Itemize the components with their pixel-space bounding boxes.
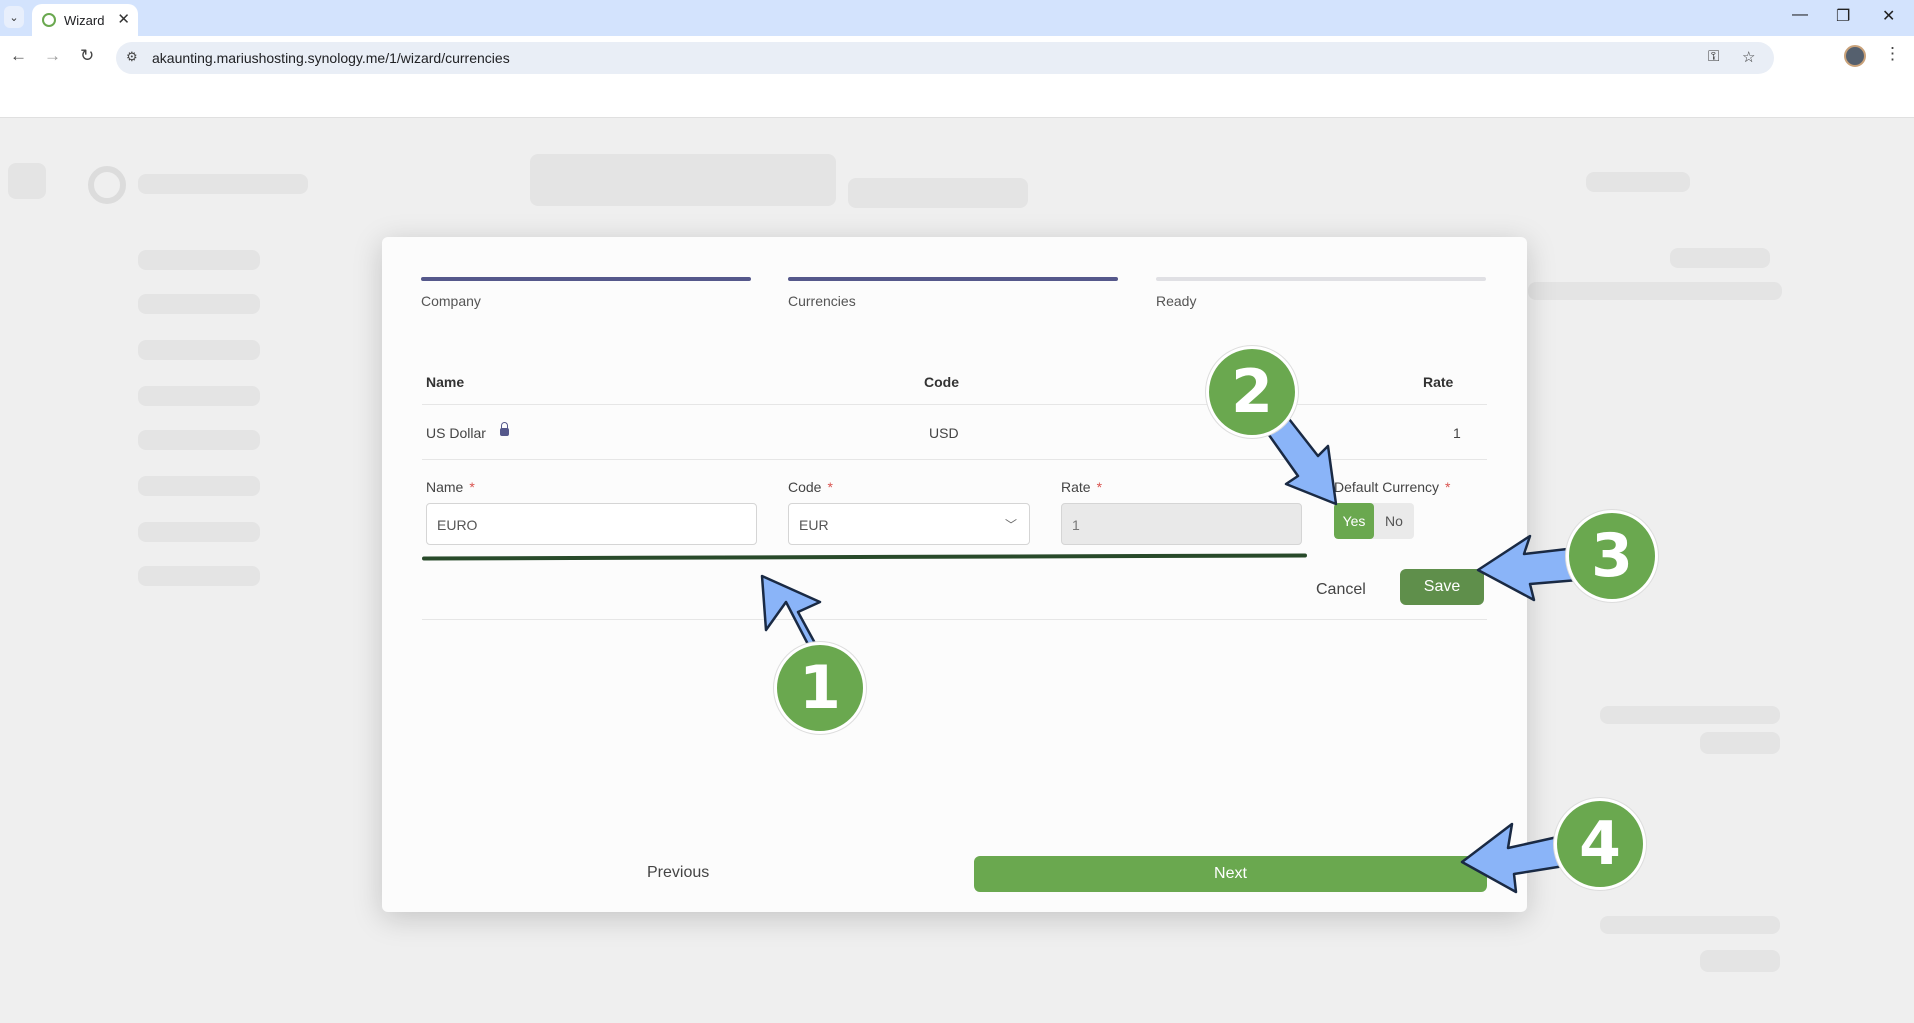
step-progress-bar xyxy=(421,277,751,281)
url-text[interactable]: akaunting.mariushosting.synology.me/1/wi… xyxy=(152,50,510,66)
skeleton-block xyxy=(138,174,308,194)
skeleton-block xyxy=(1700,732,1780,754)
close-tab-icon[interactable]: ✕ xyxy=(117,10,130,28)
step-progress-bar xyxy=(788,277,1118,281)
skeleton-block xyxy=(1600,706,1780,724)
skeleton-block xyxy=(138,250,260,270)
divider xyxy=(422,404,1487,405)
rate-field-label: Rate * xyxy=(1061,479,1102,495)
password-key-icon[interactable]: ⚿ xyxy=(1708,48,1719,65)
save-button[interactable]: Save xyxy=(1400,569,1484,605)
tab-list-button[interactable]: ⌄ xyxy=(4,6,24,28)
column-header-rate: Rate xyxy=(1423,374,1454,390)
annotation-badge-2: 2 xyxy=(1206,346,1298,438)
required-mark: * xyxy=(469,479,475,495)
skeleton-block xyxy=(138,430,260,450)
label-text: Name xyxy=(426,479,464,495)
required-mark: * xyxy=(1096,479,1103,495)
step-ready: Ready xyxy=(1156,277,1486,309)
browser-tab[interactable]: Wizard ✕ xyxy=(32,4,138,36)
currency-name-input[interactable]: EURO xyxy=(426,503,757,545)
label-text: Code xyxy=(788,479,822,495)
annotation-badge-1: 1 xyxy=(774,642,866,734)
skeleton-block xyxy=(1586,172,1690,192)
akaunting-favicon-icon xyxy=(42,13,56,27)
chevron-down-icon: ﹀ xyxy=(1004,518,1017,532)
skeleton-block xyxy=(1700,950,1780,972)
skeleton-block xyxy=(8,163,46,199)
profile-avatar[interactable] xyxy=(1844,45,1866,67)
step-currencies: Currencies xyxy=(788,277,1118,309)
default-no-button[interactable]: No xyxy=(1374,503,1414,539)
default-currency-toggle: Yes No xyxy=(1334,503,1414,539)
currency-row-code: USD xyxy=(929,425,959,441)
step-label: Company xyxy=(421,293,481,309)
required-mark: * xyxy=(827,479,833,495)
skeleton-block xyxy=(138,340,260,360)
currency-name: US Dollar xyxy=(426,425,486,441)
lock-icon xyxy=(499,422,509,436)
divider xyxy=(422,459,1487,460)
currency-code-select[interactable]: EUR ﹀ xyxy=(788,503,1030,545)
previous-button[interactable]: Previous xyxy=(647,864,709,882)
page-header-strip xyxy=(0,80,1914,118)
divider xyxy=(422,619,1487,620)
code-field-label: Code * xyxy=(788,479,833,495)
reload-icon[interactable]: ↻ xyxy=(80,46,94,66)
step-label: Ready xyxy=(1156,293,1197,309)
currency-row-rate: 1 xyxy=(1453,425,1461,441)
skeleton-block xyxy=(1528,282,1782,300)
annotation-badge-3: 3 xyxy=(1566,510,1658,602)
currency-row-name: US Dollar xyxy=(426,422,509,441)
next-button[interactable]: Next xyxy=(974,856,1487,892)
skeleton-block xyxy=(138,522,260,542)
skeleton-block xyxy=(138,294,260,314)
default-yes-button[interactable]: Yes xyxy=(1334,503,1374,539)
skeleton-block xyxy=(848,178,1028,208)
skeleton-block xyxy=(138,386,260,406)
label-text: Default Currency xyxy=(1334,479,1440,495)
selected-code: EUR xyxy=(799,517,829,533)
column-header-code: Code xyxy=(924,374,959,390)
bookmark-star-icon[interactable]: ☆ xyxy=(1742,48,1755,66)
browser-tab-strip: ⌄ Wizard ✕ — ❐ ✕ xyxy=(0,0,1914,36)
minimize-icon[interactable]: — xyxy=(1792,6,1808,24)
close-window-icon[interactable]: ✕ xyxy=(1882,6,1895,26)
skeleton-block xyxy=(1600,916,1780,934)
skeleton-logo xyxy=(88,166,126,204)
skeleton-block xyxy=(138,566,260,586)
skeleton-block xyxy=(138,476,260,496)
required-mark: * xyxy=(1445,479,1451,495)
skeleton-block xyxy=(1670,248,1770,268)
annotation-badge-4: 4 xyxy=(1554,798,1646,890)
forward-icon[interactable]: → xyxy=(44,46,61,66)
annotation-underline xyxy=(421,553,1308,561)
browser-toolbar: ← → ↻ ⚙ akaunting.mariushosting.synology… xyxy=(0,36,1914,80)
label-text: Rate xyxy=(1061,479,1091,495)
name-field-label: Name * xyxy=(426,479,475,495)
step-company: Company xyxy=(421,277,751,309)
browser-menu-icon[interactable]: ⋮ xyxy=(1884,44,1901,64)
cancel-button[interactable]: Cancel xyxy=(1316,581,1366,599)
step-label: Currencies xyxy=(788,293,856,309)
site-info-icon[interactable]: ⚙ xyxy=(126,49,138,65)
skeleton-block xyxy=(530,154,836,206)
currency-wizard-modal: Company Currencies Ready Name Code Rate … xyxy=(382,237,1527,912)
default-currency-label: Default Currency * xyxy=(1334,479,1451,495)
restore-icon[interactable]: ❐ xyxy=(1836,6,1850,26)
tab-title: Wizard xyxy=(64,12,105,28)
step-progress-bar xyxy=(1156,277,1486,281)
currency-rate-input[interactable]: 1 xyxy=(1061,503,1302,545)
back-icon[interactable]: ← xyxy=(10,46,27,66)
column-header-name: Name xyxy=(426,374,465,390)
address-bar[interactable]: ⚙ akaunting.mariushosting.synology.me/1/… xyxy=(116,42,1774,74)
